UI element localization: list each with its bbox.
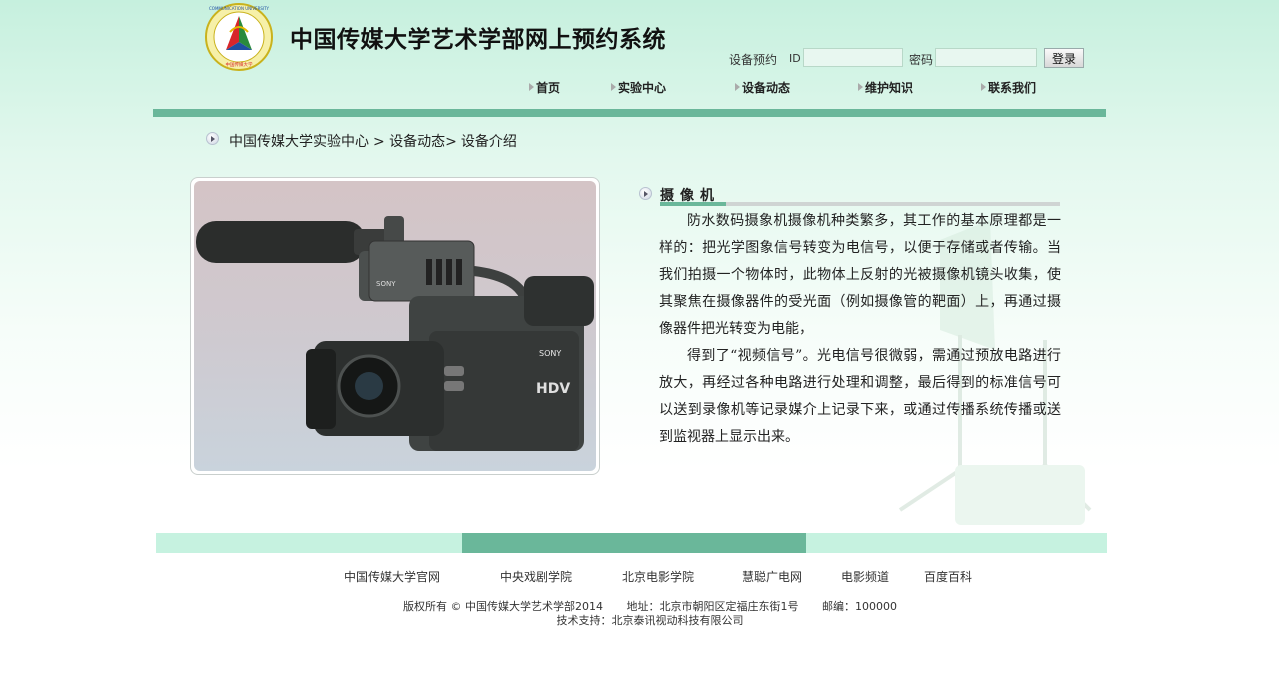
login-button[interactable]: 登录 xyxy=(1044,48,1084,68)
breadcrumb-item-current: 设备介绍 xyxy=(460,134,517,150)
id-input[interactable] xyxy=(803,48,903,67)
logo-text-bottom: 中国传媒大学 xyxy=(226,61,253,68)
brand-label-top: SONY xyxy=(376,280,396,288)
footer-bar-accent xyxy=(462,533,806,553)
article-body: 防水数码摄象机摄像机种类繁多，其工作的基本原理都是一样的：把光学图象信号转变为电… xyxy=(659,208,1061,451)
nav-arrow-icon xyxy=(981,83,986,91)
article-paragraph: 防水数码摄象机摄像机种类繁多，其工作的基本原理都是一样的：把光学图象信号转变为电… xyxy=(659,213,1061,337)
footer-link-bfa[interactable]: 北京电影学院 xyxy=(622,568,694,585)
nav-arrow-icon xyxy=(858,83,863,91)
article-title-arrow-icon xyxy=(639,187,652,200)
footer-link-baidu-baike[interactable]: 百度百科 xyxy=(924,568,972,585)
title-underline-accent xyxy=(660,202,726,206)
footer-link-central-drama[interactable]: 中央戏剧学院 xyxy=(500,568,572,585)
id-label: ID xyxy=(789,52,801,65)
product-photo: SONY SONY HDV xyxy=(194,181,596,471)
brand-label-side: SONY xyxy=(539,349,561,358)
nav-item-lab-center[interactable]: 实验中心 xyxy=(611,79,666,96)
nav-arrow-icon xyxy=(735,83,740,91)
nav-item-label: 实验中心 xyxy=(618,81,667,95)
nav-item-label: 首页 xyxy=(536,81,561,95)
logo-text-top: COMMUNICATION UNIVERSITY xyxy=(209,6,270,11)
password-input[interactable] xyxy=(935,48,1037,67)
university-logo: COMMUNICATION UNIVERSITY 中国传媒大学 xyxy=(205,3,273,71)
footer-link-movie-channel[interactable]: 电影频道 xyxy=(841,568,889,585)
nav-item-equipment-news[interactable]: 设备动态 xyxy=(735,79,790,96)
product-photo-frame: SONY SONY HDV xyxy=(190,177,600,475)
model-label: HDV xyxy=(536,381,570,397)
breadcrumb-arrow-icon xyxy=(206,132,219,145)
login-label: 设备预约 xyxy=(729,53,778,67)
nav-item-label: 联系我们 xyxy=(988,81,1037,95)
footer-link-cuc[interactable]: 中国传媒大学官网 xyxy=(344,568,440,585)
nav-item-label: 设备动态 xyxy=(742,81,791,95)
nav-arrow-icon xyxy=(529,83,534,91)
site-title: 中国传媒大学艺术学部网上预约系统 xyxy=(290,27,666,53)
nav-item-contact[interactable]: 联系我们 xyxy=(981,79,1036,96)
breadcrumb-item-lab-center[interactable]: 中国传媒大学实验中心 xyxy=(229,134,369,150)
article-paragraph: 得到了“视频信号”。光电信号很微弱，需通过预放电路进行放大，再经过各种电路进行处… xyxy=(659,348,1061,445)
nav-item-label: 维护知识 xyxy=(865,81,914,95)
nav-item-home[interactable]: 首页 xyxy=(529,79,560,96)
camcorder-image: SONY SONY HDV xyxy=(196,216,594,451)
nav-arrow-icon xyxy=(611,83,616,91)
breadcrumb-item-equipment-news[interactable]: > 设备动态> xyxy=(373,134,457,150)
footer-link-huicong[interactable]: 慧聪广电网 xyxy=(742,568,802,585)
breadcrumb: 中国传媒大学实验中心 > 设备动态> 设备介绍 xyxy=(229,131,521,151)
tech-support-text: 技术支持：北京泰讯视动科技有限公司 xyxy=(556,614,744,627)
nav-item-maintenance[interactable]: 维护知识 xyxy=(858,79,913,96)
header-divider-bar xyxy=(153,109,1106,117)
password-label: 密码 xyxy=(909,53,934,67)
